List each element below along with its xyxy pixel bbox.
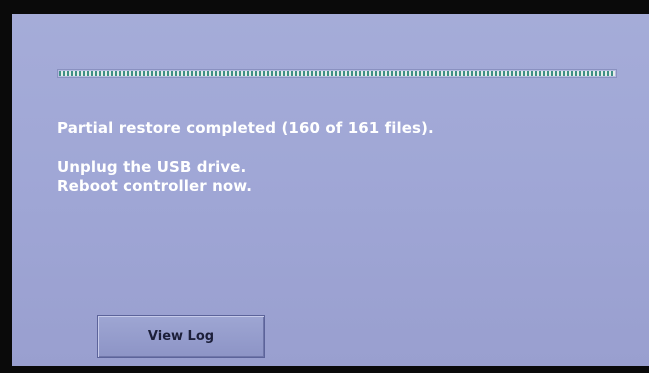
view-log-button[interactable]: View Log bbox=[97, 315, 265, 358]
restore-progress-bar bbox=[57, 69, 617, 78]
restore-status-text: Partial restore completed (160 of 161 fi… bbox=[57, 119, 434, 137]
view-log-button-label: View Log bbox=[147, 329, 215, 344]
reboot-instruction-text: Reboot controller now. bbox=[57, 177, 253, 195]
restore-message: Partial restore completed (160 of 161 fi… bbox=[57, 119, 434, 196]
restore-progress-fill bbox=[59, 71, 615, 76]
unplug-instruction-text: Unplug the USB drive. bbox=[57, 158, 247, 176]
touch-screen: Partial restore completed (160 of 161 fi… bbox=[12, 14, 649, 366]
